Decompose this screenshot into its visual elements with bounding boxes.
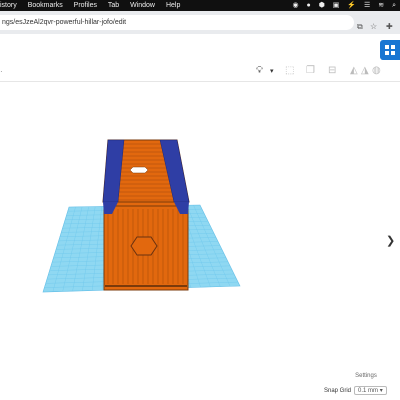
chevron-right-icon[interactable]: ❯ [386, 234, 395, 247]
settings-button[interactable]: Settings [342, 370, 390, 383]
snap-grid-value: 0.1 mm [358, 388, 379, 394]
hex-hole [130, 236, 158, 256]
snap-grid: Snap Grid 0.1 mm ▾ [324, 386, 387, 395]
workplane-viewport[interactable] [0, 0, 400, 400]
snap-grid-label: Snap Grid [324, 388, 352, 394]
top-hex-hole [129, 166, 149, 174]
snap-grid-select[interactable]: 0.1 mm ▾ [354, 386, 387, 395]
